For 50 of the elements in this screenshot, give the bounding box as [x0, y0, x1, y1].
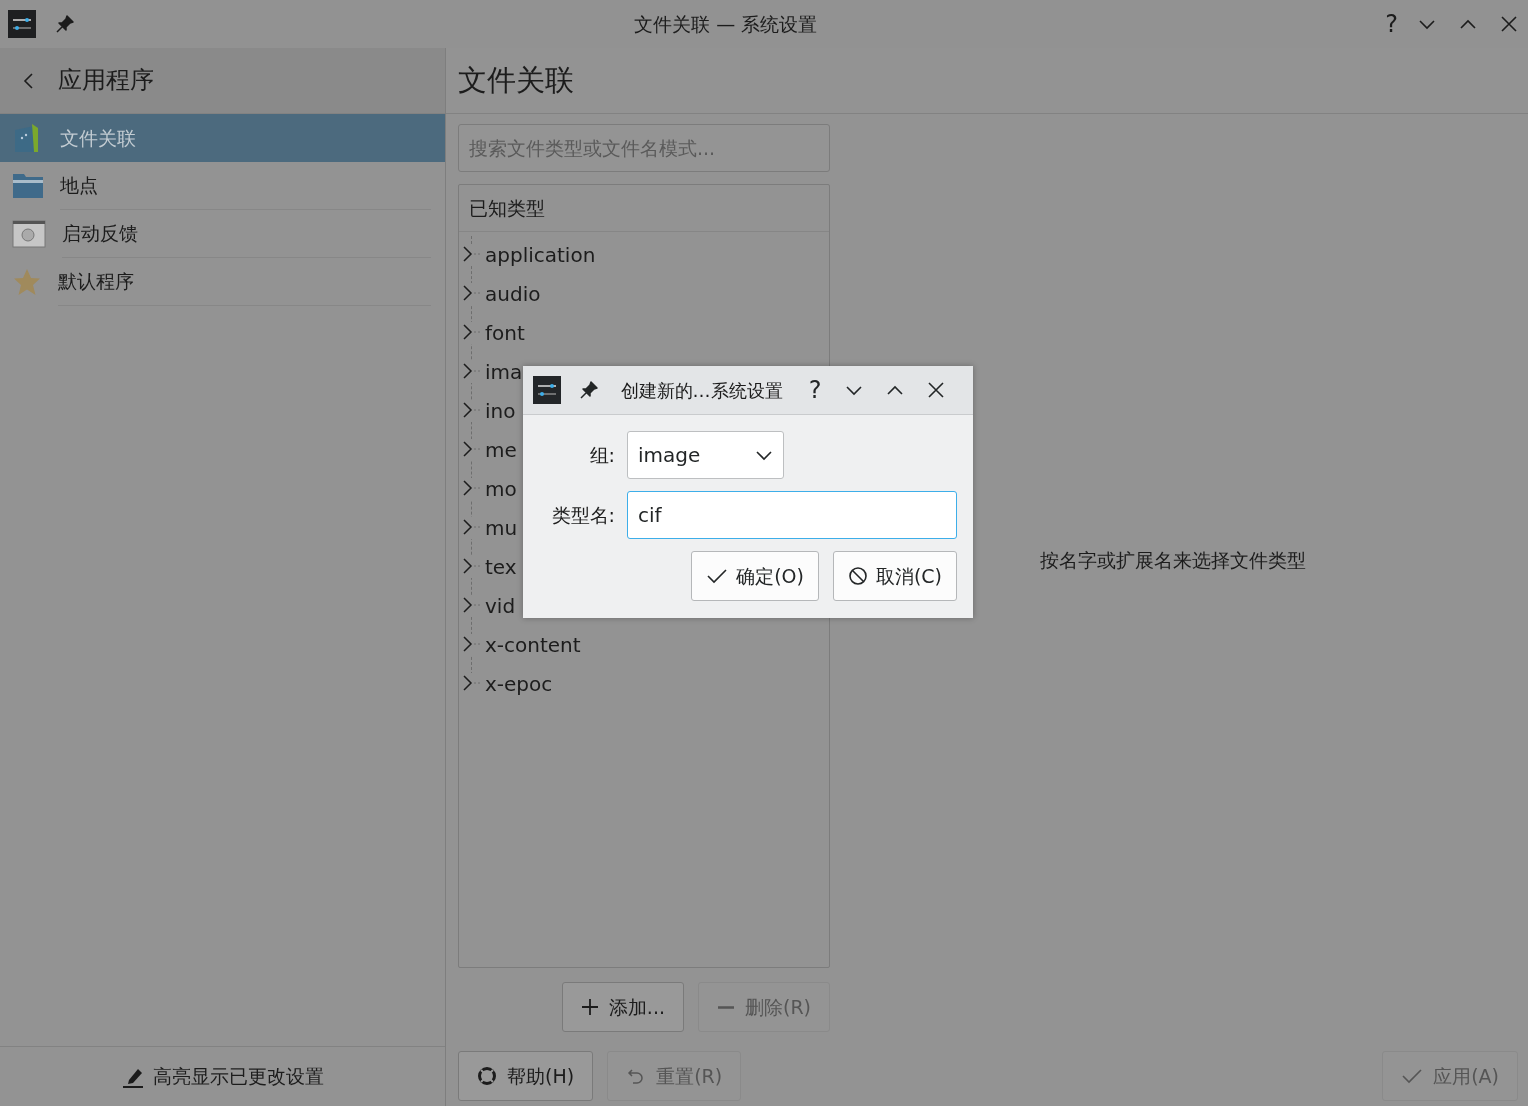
ok-button[interactable]: 确定(O): [691, 551, 819, 601]
hint-text: 按名字或扩展名来选择文件类型: [1040, 547, 1306, 573]
sidebar-item[interactable]: 文件关联: [0, 114, 445, 162]
help-button[interactable]: ?: [800, 378, 830, 402]
tree-item[interactable]: mu: [485, 512, 518, 543]
pin-icon: [578, 380, 599, 400]
sidebar-title: 应用程序: [58, 66, 154, 95]
window-icon: [12, 219, 46, 249]
star-icon: [12, 267, 42, 297]
help-button[interactable]: 帮助(H): [458, 1051, 594, 1101]
field-label: 组:: [588, 442, 615, 468]
tree-item[interactable]: ino: [485, 395, 516, 426]
pin-icon: [55, 14, 75, 34]
check-icon: [1401, 1066, 1424, 1086]
settings-icon: [8, 10, 36, 38]
tree-item[interactable]: ima: [485, 356, 523, 387]
pin-button[interactable]: [578, 380, 599, 400]
help-button[interactable]: ?: [1376, 12, 1407, 36]
tree-item[interactable]: tex: [485, 551, 517, 582]
cancel-icon: [847, 566, 868, 586]
tree-item[interactable]: x-epoc: [485, 668, 553, 699]
type-name-field[interactable]: cif: [627, 491, 957, 539]
settings-icon: [533, 376, 561, 404]
cancel-button[interactable]: 取消(C): [832, 551, 957, 601]
app-menu-button[interactable]: [533, 376, 561, 404]
tree-item[interactable]: mo: [485, 473, 517, 504]
check-icon: [706, 566, 729, 586]
field-label: 类型名:: [550, 502, 615, 528]
column-header: 已知类型: [469, 195, 545, 221]
sidebar-item[interactable]: 默认程序: [0, 258, 445, 306]
window-title: 文件关联 — 系统设置: [633, 11, 819, 37]
tree-item[interactable]: me: [485, 434, 517, 465]
add-button[interactable]: 添加...: [561, 982, 684, 1032]
pin-button[interactable]: [55, 14, 75, 34]
search-field[interactable]: 搜索文件类型或文件名模式...: [458, 124, 830, 172]
group-dropdown[interactable]: image: [627, 431, 784, 479]
plus-icon: [580, 998, 599, 1016]
highlight-changes-button[interactable]: 高亮显示已更改设置: [113, 1058, 332, 1095]
tree-item[interactable]: font: [485, 317, 525, 348]
sidebar-item[interactable]: 启动反馈: [0, 210, 445, 258]
sidebar-item[interactable]: 地点: [0, 162, 445, 210]
page-heading: 文件关联: [458, 63, 574, 98]
tree-item[interactable]: vid: [485, 590, 516, 621]
tree-item[interactable]: x-content: [485, 629, 581, 660]
minus-icon: [716, 1005, 735, 1009]
dialog-title: 创建新的…系统设置: [620, 378, 783, 403]
tree-item[interactable]: audio: [485, 278, 541, 309]
tree-item[interactable]: application: [485, 239, 596, 270]
lifebuoy-icon: [477, 1066, 497, 1086]
app-menu-button[interactable]: [8, 10, 36, 38]
